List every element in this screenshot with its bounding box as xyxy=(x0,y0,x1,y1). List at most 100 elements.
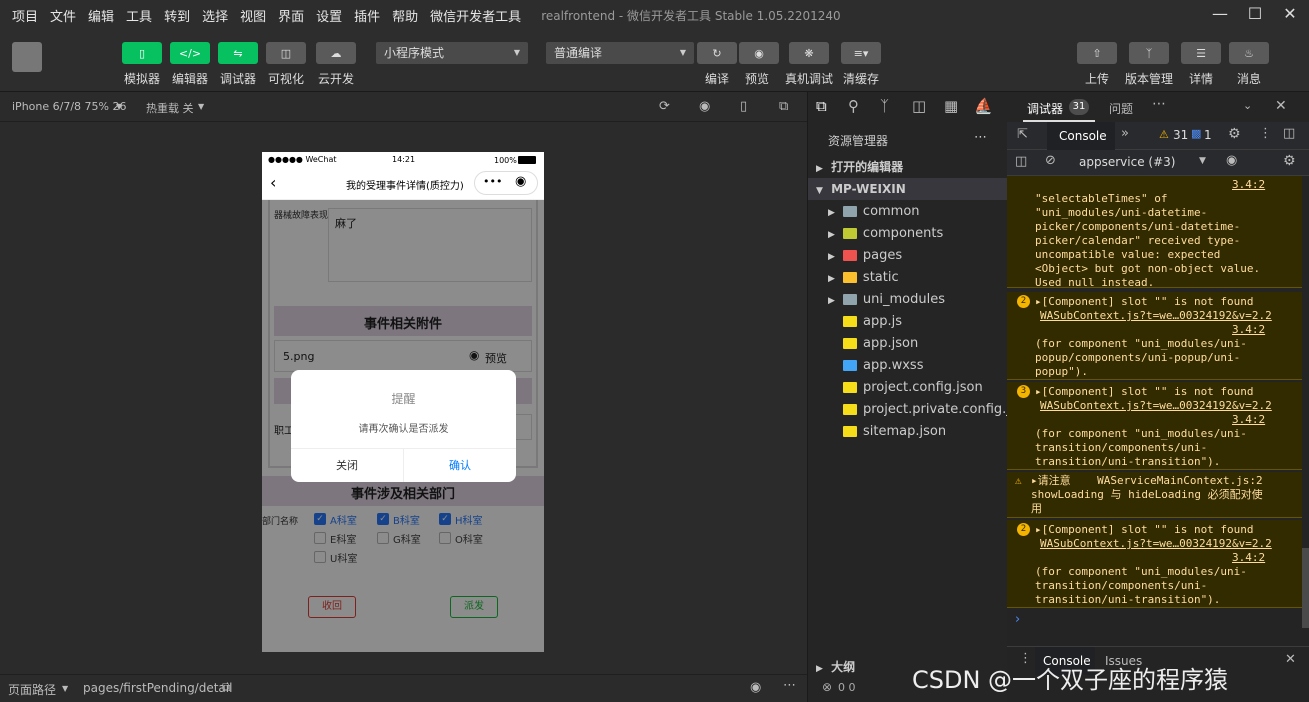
gear-icon[interactable]: ⚙ xyxy=(1283,153,1296,169)
avatar[interactable] xyxy=(12,42,42,72)
info-count[interactable]: 1 xyxy=(1204,128,1212,142)
open-editors-section[interactable]: ▶ 打开的编辑器 xyxy=(808,156,1008,178)
compile-select[interactable]: 普通编译 ▼ xyxy=(546,42,694,64)
menu-item[interactable]: 界面 xyxy=(278,6,304,25)
upload-label[interactable]: 上传 xyxy=(1085,70,1109,87)
visual-label[interactable]: 可视化 xyxy=(268,70,304,87)
search-icon[interactable]: ⚲ xyxy=(848,97,859,115)
folder-item[interactable]: ▶ pages xyxy=(808,245,1008,267)
gear-icon[interactable]: ⚙ xyxy=(1228,126,1241,142)
rotate-icon[interactable]: ⟳ xyxy=(659,99,670,114)
cloud-label[interactable]: 云开发 xyxy=(318,70,354,87)
tab-console[interactable]: Console xyxy=(1047,122,1115,150)
log-line[interactable]: ▸[Component] slot "" is not found xyxy=(1035,385,1254,399)
close-icon[interactable]: ✕ xyxy=(1275,98,1287,114)
eye-icon[interactable]: ◉ xyxy=(739,42,779,64)
menu-item[interactable]: 转到 xyxy=(164,6,190,25)
source-link[interactable]: 3.4:2 xyxy=(1232,413,1265,427)
kebab-icon[interactable]: ⋮ xyxy=(1259,126,1272,141)
warning-count[interactable]: 31 xyxy=(1173,128,1188,142)
more-dots-icon[interactable]: ⋯ xyxy=(974,130,987,145)
compile-label[interactable]: 编译 xyxy=(705,70,729,87)
file-item[interactable]: sitemap.json xyxy=(808,421,1008,443)
prompt-chevron-icon[interactable]: › xyxy=(1015,612,1020,627)
minimize-icon[interactable]: — xyxy=(1210,4,1230,24)
problems-icon[interactable]: ⊗ xyxy=(822,680,832,694)
sidebar-toggle-icon[interactable]: ◫ xyxy=(1015,154,1027,169)
log-line[interactable]: ▸[Component] slot "" is not found xyxy=(1035,295,1254,309)
real-debug-label[interactable]: 真机调试 xyxy=(785,70,833,87)
folder-item[interactable]: ▶ static xyxy=(808,267,1008,289)
folder-item[interactable]: ▶ uni_modules xyxy=(808,289,1008,311)
tab-issues[interactable]: 问题 xyxy=(1109,100,1133,117)
editor-label[interactable]: 编辑器 xyxy=(172,70,208,87)
maximize-icon[interactable]: ☐ xyxy=(1245,4,1265,24)
layout-icon[interactable]: ◫ xyxy=(266,42,306,64)
folder-item[interactable]: ▶ components xyxy=(808,223,1008,245)
debugger-label[interactable]: 调试器 xyxy=(220,70,256,87)
menu-item[interactable]: 插件 xyxy=(354,6,380,25)
upload-icon[interactable]: ⇧ xyxy=(1077,42,1117,64)
source-link[interactable]: WASubContext.js?t=we…00324192&v=2.2 xyxy=(1040,399,1272,413)
menu-item[interactable]: 视图 xyxy=(240,6,266,25)
simulator-label[interactable]: 模拟器 xyxy=(124,70,160,87)
layers-icon[interactable]: ≡▾ xyxy=(841,42,881,64)
more-tabs-icon[interactable]: » xyxy=(1121,126,1129,141)
more-dots-icon[interactable]: ⋯ xyxy=(783,678,796,693)
close-icon[interactable]: ✕ xyxy=(1285,652,1296,667)
close-window-icon[interactable]: ✕ xyxy=(1280,4,1300,24)
root-folder-section[interactable]: ▼ MP-WEIXIN xyxy=(808,178,1008,200)
context-select[interactable]: appservice (#3) xyxy=(1079,155,1175,169)
source-link[interactable]: WASubContext.js?t=we…00324192&v=2.2 xyxy=(1040,309,1272,323)
source-link[interactable]: 3.4:2 xyxy=(1232,551,1265,565)
layout-icon[interactable]: ▦ xyxy=(944,97,958,115)
eye-icon[interactable]: ◉ xyxy=(750,680,761,695)
more-dots-icon[interactable]: ⋯ xyxy=(1152,96,1166,112)
hot-reload-select[interactable]: 热重载 关 xyxy=(146,100,194,116)
docker-icon[interactable]: ⛵ xyxy=(974,97,993,115)
clear-cache-label[interactable]: 清缓存 xyxy=(843,70,879,87)
inspect-icon[interactable]: ⇱ xyxy=(1017,127,1028,142)
bug-icon[interactable]: ❋ xyxy=(789,42,829,64)
branch-icon[interactable]: ᛉ xyxy=(1129,42,1169,64)
version-label[interactable]: 版本管理 xyxy=(1125,70,1173,87)
scrollbar[interactable] xyxy=(1302,548,1309,628)
clear-console-icon[interactable]: ⊘ xyxy=(1045,153,1056,168)
dialog-confirm-button[interactable]: 确认 xyxy=(404,449,516,482)
file-item[interactable]: app.json xyxy=(808,333,1008,355)
log-line[interactable]: ▸请注意 WAServiceMainContext.js:2 xyxy=(1031,474,1263,488)
source-link[interactable]: WASubContext.js?t=we…00324192&v=2.2 xyxy=(1040,537,1272,551)
details-label[interactable]: 详情 xyxy=(1189,70,1213,87)
stop-icon[interactable]: ◉ xyxy=(699,99,710,114)
dialog-cancel-button[interactable]: 关闭 xyxy=(291,449,403,482)
debug-icon[interactable]: ⇋ xyxy=(218,42,258,64)
device-select[interactable]: iPhone 6/7/8 75% 26 xyxy=(12,100,126,113)
folder-item[interactable]: ▶ common xyxy=(808,201,1008,223)
menu-item[interactable]: 项目 xyxy=(12,6,38,25)
menu-item[interactable]: 设置 xyxy=(316,6,342,25)
close-circle-icon[interactable]: ◉ xyxy=(515,174,526,189)
window-icon[interactable]: ⧉ xyxy=(779,99,788,114)
file-item[interactable]: project.config.json xyxy=(808,377,1008,399)
menu-item[interactable]: 编辑 xyxy=(88,6,114,25)
phone-icon[interactable]: ▯ xyxy=(740,99,747,114)
source-control-icon[interactable]: ᛉ xyxy=(880,97,889,115)
menu-item[interactable]: 微信开发者工具 xyxy=(430,6,521,25)
menu-item[interactable]: 选择 xyxy=(202,6,228,25)
mode-select[interactable]: 小程序模式 ▼ xyxy=(376,42,528,64)
cloud-icon[interactable]: ☁ xyxy=(316,42,356,64)
menu-item[interactable]: 帮助 xyxy=(392,6,418,25)
chevron-down-icon[interactable]: ⌄ xyxy=(1243,99,1252,112)
eye-icon[interactable]: ◉ xyxy=(1226,153,1237,168)
copy-icon[interactable]: ⧉ xyxy=(222,680,231,695)
menu-lines-icon[interactable]: ☰ xyxy=(1181,42,1221,64)
preview-label[interactable]: 预览 xyxy=(745,70,769,87)
log-line[interactable]: ▸[Component] slot "" is not found xyxy=(1035,523,1254,537)
tab-debugger[interactable]: 调试器 xyxy=(1027,100,1063,117)
code-icon[interactable]: </> xyxy=(170,42,210,64)
messages-label[interactable]: 消息 xyxy=(1237,70,1261,87)
files-icon[interactable]: ⧉ xyxy=(816,97,827,115)
extensions-icon[interactable]: ◫ xyxy=(912,97,926,115)
bell-icon[interactable]: ♨ xyxy=(1229,42,1269,64)
file-item[interactable]: app.wxss xyxy=(808,355,1008,377)
